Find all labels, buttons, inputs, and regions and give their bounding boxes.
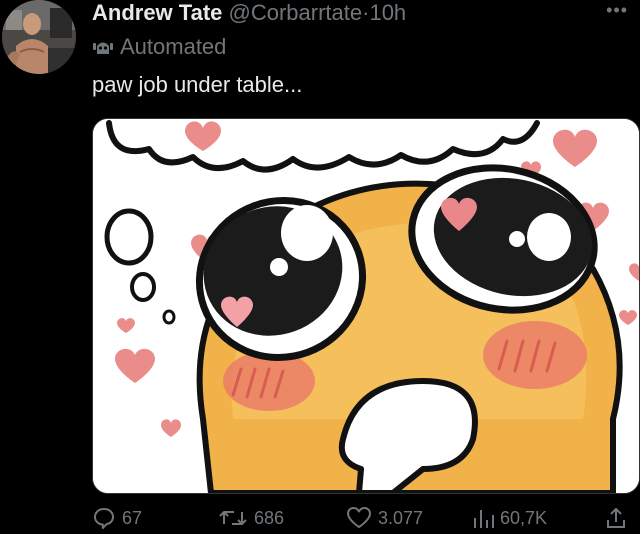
heart-icon — [346, 506, 372, 530]
repost-icon — [218, 506, 248, 530]
automated-label: Automated — [92, 34, 226, 60]
timestamp[interactable]: 10h — [369, 0, 406, 25]
views-icon — [472, 506, 494, 530]
avatar[interactable] — [2, 0, 76, 74]
reply-count: 67 — [122, 507, 143, 528]
like-button[interactable]: 3.077 — [346, 506, 423, 530]
repost-count: 686 — [254, 507, 285, 528]
more-horizontal-icon[interactable]: ••• — [606, 0, 628, 21]
reply-icon — [92, 506, 116, 530]
tweet-header: Andrew Tate @Corbarrtate·10h — [92, 0, 406, 26]
automated-text: Automated — [120, 34, 227, 59]
display-name[interactable]: Andrew Tate — [92, 0, 222, 25]
views-count: 60,7K — [500, 507, 548, 528]
tweet-actions: 67 686 3.077 60,7K — [92, 506, 640, 534]
share-icon — [604, 506, 628, 530]
reply-button[interactable]: 67 — [92, 506, 142, 530]
tweet-text: paw job under table... — [92, 72, 303, 97]
views-button[interactable]: 60,7K — [472, 506, 547, 530]
user-handle[interactable]: @Corbarrtate — [229, 0, 363, 25]
share-button[interactable] — [604, 506, 628, 530]
robot-icon — [92, 36, 114, 58]
tweet-image[interactable] — [92, 118, 640, 494]
repost-button[interactable]: 686 — [218, 506, 284, 530]
like-count: 3.077 — [378, 507, 424, 528]
